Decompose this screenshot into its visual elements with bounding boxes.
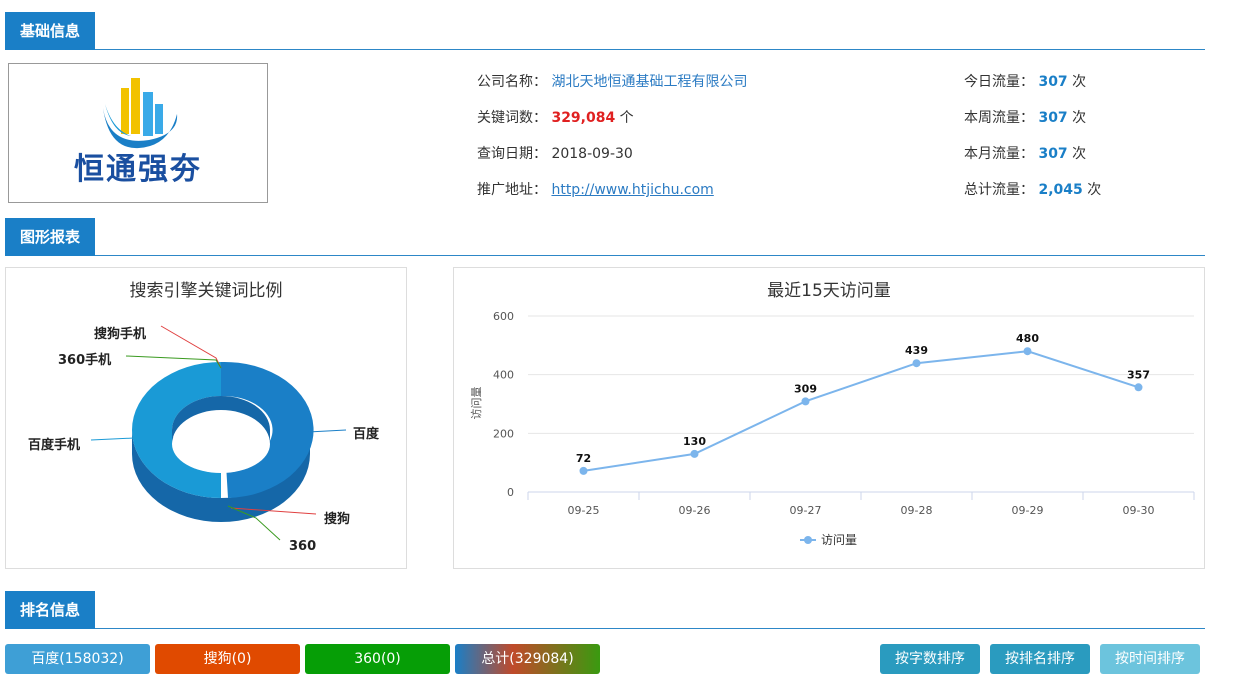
- line-data-label: 480: [1016, 332, 1039, 345]
- line-data-label: 130: [683, 435, 706, 448]
- logo-text: 恒通强夯: [74, 152, 202, 187]
- promo-url-row: 推广地址： http://www.htjichu.com: [477, 179, 714, 199]
- pie-label-360-mobile: 360手机: [58, 352, 111, 368]
- pie-label-baidu-mobile: 百度手机: [28, 437, 80, 453]
- line-data-label: 439: [905, 344, 928, 357]
- line-data-label: 357: [1127, 368, 1150, 381]
- query-date-row: 查询日期： 2018-09-30: [477, 143, 633, 163]
- total-filter-button[interactable]: 总计(329084): [455, 644, 600, 674]
- line-xtick-label: 09-30: [1123, 504, 1155, 517]
- total-traffic-value: 2,045: [1038, 182, 1083, 198]
- section-basic-title: 基础信息: [5, 12, 96, 50]
- keyword-count-unit: 个: [619, 110, 634, 126]
- today-traffic-row: 今日流量： 307 次: [964, 71, 1086, 91]
- promo-url-label: 推广地址：: [477, 182, 547, 198]
- keyword-count-value: 329,084: [551, 110, 616, 126]
- section-ranking-header: 排名信息: [5, 590, 1205, 629]
- line-xtick-label: 09-26: [679, 504, 711, 517]
- line-data-point[interactable]: [801, 397, 810, 406]
- pie-label-baidu: 百度: [353, 426, 380, 442]
- week-traffic-row: 本周流量： 307 次: [964, 107, 1086, 127]
- section-ranking-title: 排名信息: [5, 591, 96, 629]
- line-xtick-label: 09-28: [901, 504, 933, 517]
- company-name-label: 公司名称：: [477, 74, 547, 90]
- leader-baidu-mobile: [90, 437, 135, 441]
- today-traffic-label: 今日流量：: [964, 74, 1034, 90]
- leader-sogou-mobile: [160, 325, 222, 369]
- baidu-filter-button[interactable]: 百度(158032): [5, 644, 150, 674]
- leader-baidu: [307, 429, 347, 433]
- month-traffic-row: 本月流量： 307 次: [964, 143, 1086, 163]
- line-data-point[interactable]: [690, 449, 699, 458]
- line-ytick-label: 600: [493, 310, 514, 323]
- line-ytick-label: 400: [493, 369, 514, 382]
- month-traffic-value: 307: [1038, 146, 1068, 162]
- line-data-point[interactable]: [1023, 347, 1032, 356]
- query-date-value: 2018-09-30: [551, 146, 633, 162]
- company-name-row: 公司名称： 湖北天地恒通基础工程有限公司: [477, 71, 747, 91]
- week-traffic-unit: 次: [1072, 110, 1087, 126]
- line-legend-label: 访问量: [821, 533, 857, 547]
- line-ytick-label: 200: [493, 427, 514, 440]
- month-traffic-label: 本月流量：: [964, 146, 1034, 162]
- line-legend[interactable]: 访问量: [800, 533, 857, 547]
- company-name-value[interactable]: 湖北天地恒通基础工程有限公司: [551, 74, 747, 90]
- line-ylabel: 访问量: [470, 387, 483, 420]
- line-ytick-label: 0: [507, 486, 514, 499]
- line-xtick-label: 09-25: [568, 504, 600, 517]
- line-xtick-label: 09-27: [790, 504, 822, 517]
- line-chart-panel: 最近15天访问量 0 200 400 600 09-25 09-26 09-27 09-28…: [453, 267, 1205, 569]
- company-logo: 恒通强夯: [8, 63, 268, 203]
- section-charts-title: 图形报表: [5, 218, 96, 256]
- keyword-count-label: 关键词数：: [477, 110, 547, 126]
- line-data-label: 72: [576, 452, 591, 465]
- pie-label-sogou-mobile: 搜狗手机: [94, 326, 146, 342]
- line-chart-svg: 0 200 400 600 09-25 09-26 09-27 09-28 09-29 09-3…: [470, 310, 1195, 547]
- today-traffic-value: 307: [1038, 74, 1068, 90]
- sort-by-time-button[interactable]: 按时间排序: [1100, 644, 1200, 674]
- sort-by-rank-button[interactable]: 按排名排序: [990, 644, 1090, 674]
- query-date-label: 查询日期：: [477, 146, 547, 162]
- section-charts-header: 图形报表: [5, 217, 1205, 256]
- month-traffic-unit: 次: [1072, 146, 1087, 162]
- line-series-visits: [583, 350, 1139, 472]
- pie-chart-panel: 搜索引擎关键词比例 搜狗手机 360手机 百度手机 百度 搜狗 360: [5, 267, 407, 569]
- line-data-label: 309: [794, 382, 817, 395]
- total-traffic-unit: 次: [1087, 182, 1102, 198]
- pie-label-sogou: 搜狗: [324, 511, 350, 527]
- pie-chart-svg: 搜狗手机 360手机 百度手机 百度 搜狗 360: [28, 325, 380, 554]
- donut-hole: [172, 415, 270, 473]
- section-basic-header: 基础信息: [5, 11, 1205, 50]
- sort-by-words-button[interactable]: 按字数排序: [880, 644, 980, 674]
- line-data-point[interactable]: [912, 359, 921, 368]
- keyword-count-row: 关键词数： 329,084 个: [477, 107, 634, 127]
- line-data-point[interactable]: [1134, 383, 1143, 392]
- total-traffic-label: 总计流量：: [964, 182, 1034, 198]
- week-traffic-value: 307: [1038, 110, 1068, 126]
- total-traffic-row: 总计流量： 2,045 次: [964, 179, 1101, 199]
- promo-url-link[interactable]: http://www.htjichu.com: [551, 182, 713, 198]
- week-traffic-label: 本周流量：: [964, 110, 1034, 126]
- pie-label-360: 360: [289, 539, 316, 554]
- sogou-filter-button[interactable]: 搜狗(0): [155, 644, 300, 674]
- 360-filter-button[interactable]: 360(0): [305, 644, 450, 674]
- today-traffic-unit: 次: [1072, 74, 1087, 90]
- line-xtick-label: 09-29: [1012, 504, 1044, 517]
- line-data-point[interactable]: [579, 466, 588, 475]
